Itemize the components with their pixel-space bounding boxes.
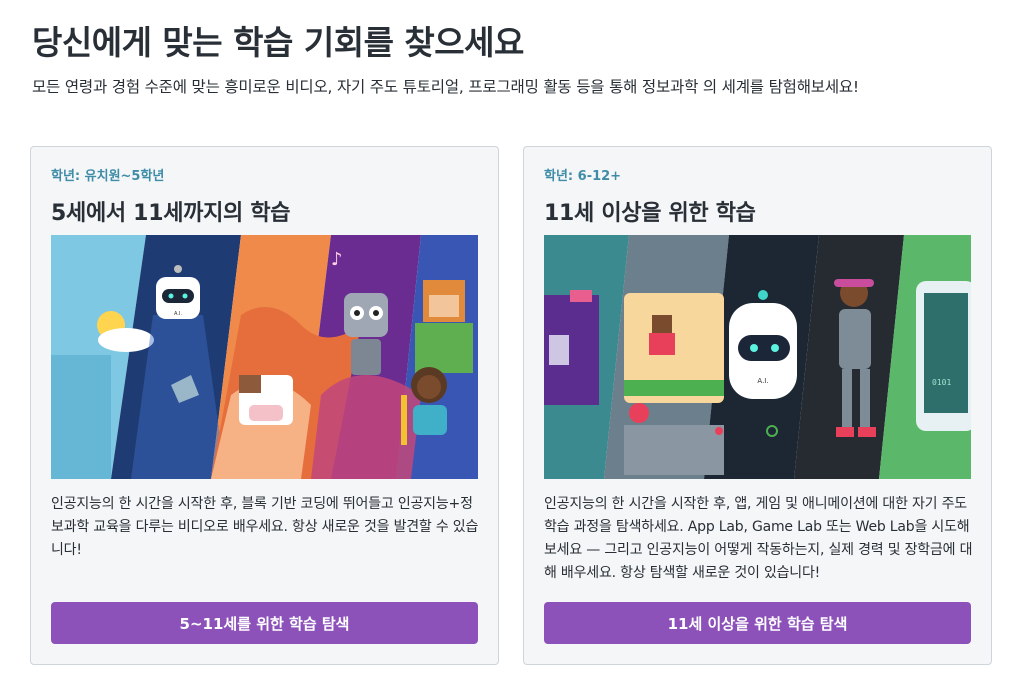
page-heading: 당신에게 맞는 학습 기회를 찾으세요 (32, 23, 524, 62)
card-title: 5세에서 11세까지의 학습 (51, 201, 291, 226)
robot-label: A.I. (174, 311, 182, 317)
card-description: 인공지능의 한 시간을 시작한 후, 앱, 게임 및 애니메이션에 대한 자기 … (544, 496, 973, 581)
robot-label: A.I. (757, 377, 768, 385)
card-description: 인공지능의 한 시간을 시작한 후, 블록 기반 코딩에 뛰어들고 인공지능+정… (51, 496, 479, 558)
card-grade-label: 학년: 유치원~5학년 (51, 169, 165, 184)
svg-text:0101: 0101 (932, 378, 951, 387)
explore-ages-11-plus-button[interactable]: 11세 이상을 위한 학습 탐색 (544, 602, 971, 644)
svg-text:♪: ♪ (331, 249, 343, 270)
explore-ages-5-11-button[interactable]: 5~11세를 위한 학습 탐색 (51, 602, 478, 644)
card-illustration: A.I. ♪ (51, 235, 478, 479)
card-ages-5-11: 학년: 유치원~5학년 5세에서 11세까지의 학습 A.I. ♪ 인공지능의 … (30, 146, 499, 665)
card-title: 11세 이상을 위한 학습 (544, 201, 756, 226)
card-ages-11-plus: 학년: 6-12+ 11세 이상을 위한 학습 A.I. 0101 인공지능의 … (523, 146, 992, 665)
card-grade-label: 학년: 6-12+ (544, 169, 622, 184)
page-subtitle: 모든 연령과 경험 수준에 맞는 흥미로운 비디오, 자기 주도 튜토리얼, 프… (32, 78, 859, 96)
card-illustration: A.I. 0101 (544, 235, 971, 479)
